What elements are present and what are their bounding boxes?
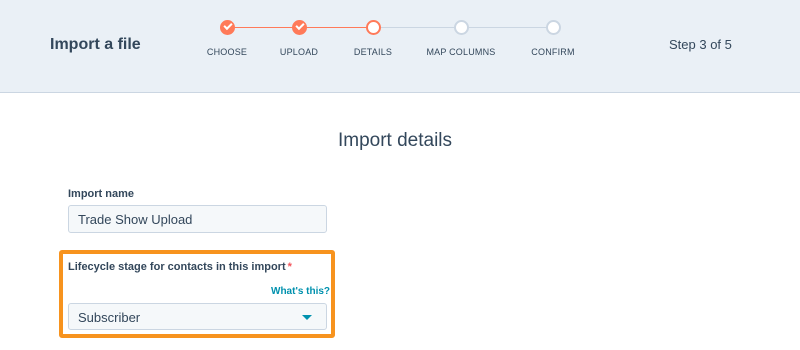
whats-this-link[interactable]: What's this? <box>271 286 330 297</box>
import-header: Import a file CHOOSE UPLOAD DETAILS MAP … <box>0 0 800 93</box>
import-name-label: Import name <box>68 188 135 200</box>
step-pending-marker <box>453 20 469 35</box>
step-pending-marker <box>545 20 561 35</box>
section-title: Import details <box>337 130 453 151</box>
import-name-input[interactable] <box>68 205 327 233</box>
step-current-marker <box>365 20 381 35</box>
lifecycle-stage-label: Lifecycle stage for contacts in this imp… <box>68 261 292 273</box>
step-label: CONFIRM <box>531 47 575 57</box>
required-marker: * <box>287 261 292 273</box>
step-confirm: CONFIRM <box>503 20 603 60</box>
step-details: DETAILS <box>323 20 423 60</box>
step-indicator: Step 3 of 5 <box>669 37 732 52</box>
step-map-columns: MAP COLUMNS <box>426 20 496 60</box>
lifecycle-stage-select[interactable]: Subscriber <box>68 303 327 330</box>
step-label: MAP COLUMNS <box>426 47 496 57</box>
lifecycle-stage-value: Subscriber <box>78 310 141 325</box>
step-complete-marker <box>219 20 235 35</box>
check-icon <box>294 20 305 30</box>
step-complete-marker <box>291 20 307 35</box>
check-icon <box>222 20 233 30</box>
step-label: DETAILS <box>353 47 393 57</box>
lifecycle-stage-label-text: Lifecycle stage for contacts in this imp… <box>68 261 286 273</box>
chevron-down-icon <box>302 315 312 320</box>
